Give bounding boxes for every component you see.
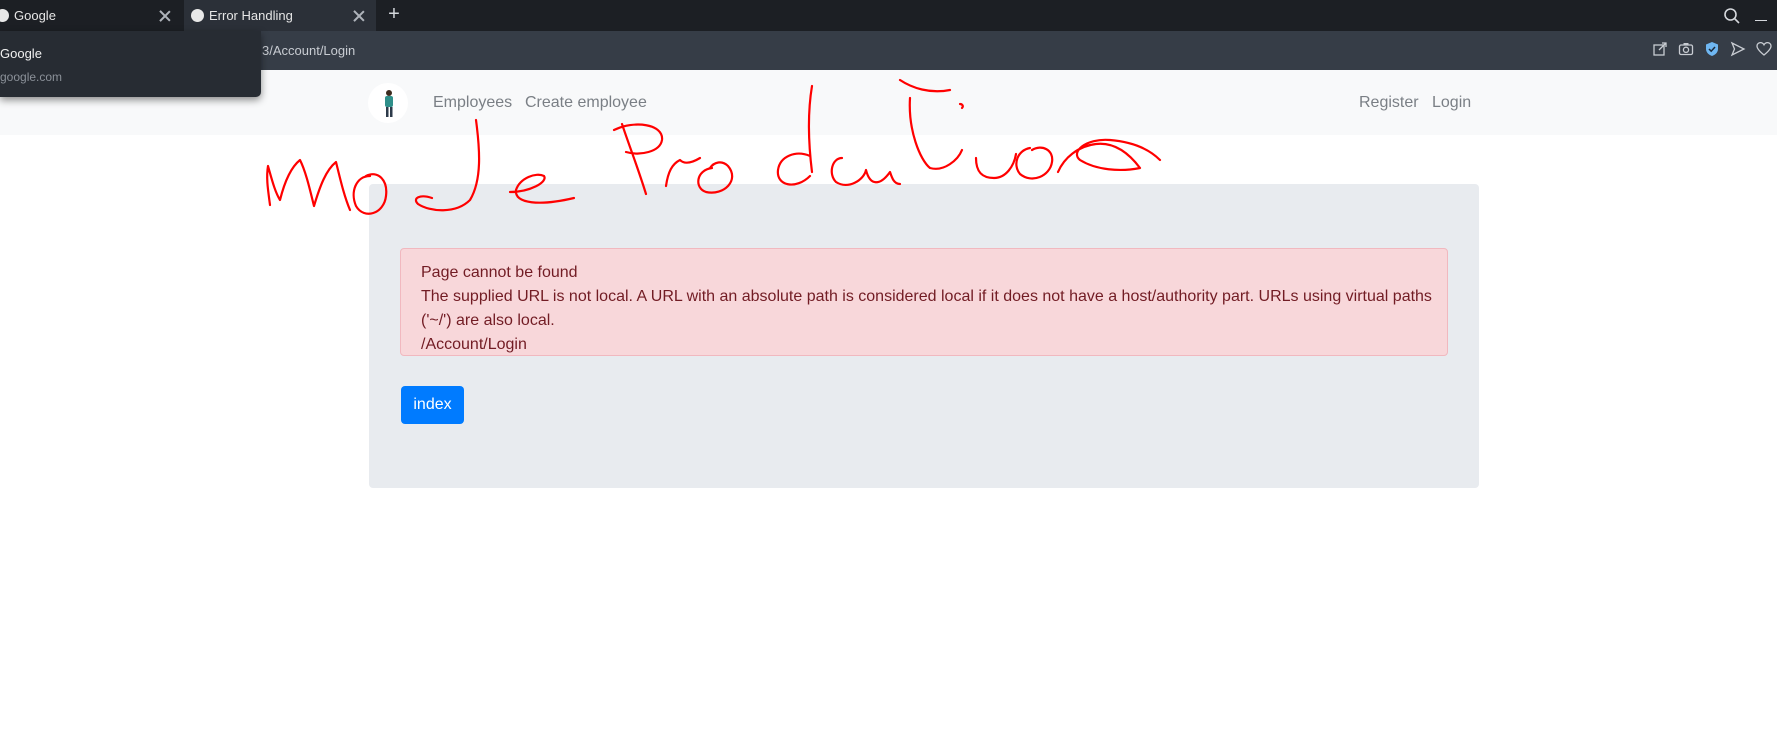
address-bar[interactable]: 3/Account/Login — [0, 31, 1777, 71]
tab-title: Error Handling — [209, 8, 293, 23]
send-icon[interactable] — [1730, 41, 1746, 57]
tab-title: Google — [14, 8, 56, 23]
search-icon[interactable] — [1723, 7, 1741, 25]
nav-create-employee[interactable]: Create employee — [525, 94, 647, 112]
nav-login[interactable]: Login — [1432, 94, 1471, 112]
error-path: /Account/Login — [421, 336, 527, 353]
shield-icon[interactable] — [1704, 41, 1720, 57]
person-logo-icon — [385, 90, 393, 117]
tab-error-handling[interactable]: Error Handling — [184, 0, 376, 31]
tab-google[interactable]: Google — [0, 0, 182, 31]
suggestion-url: google.com — [0, 70, 63, 84]
site-navbar: Employees Create employee Register Login — [0, 70, 1777, 135]
nav-register[interactable]: Register — [1359, 94, 1419, 112]
tab-bar: Google Error Handling + — [0, 0, 1777, 31]
nav-employees[interactable]: Employees — [433, 94, 512, 112]
error-heading: Page cannot be found — [421, 264, 578, 281]
site-logo[interactable] — [368, 83, 408, 123]
index-button[interactable]: index — [401, 386, 464, 424]
heart-icon[interactable] — [1756, 41, 1772, 57]
error-alert: Page cannot be found The supplied URL is… — [400, 248, 1448, 356]
minimize-window-button[interactable] — [1755, 19, 1767, 22]
globe-icon — [191, 9, 204, 22]
share-icon[interactable] — [1652, 41, 1668, 57]
error-message-line1: The supplied URL is not local. A URL wit… — [421, 288, 1432, 305]
jumbotron-panel: Page cannot be found The supplied URL is… — [369, 184, 1479, 488]
close-tab-icon[interactable] — [352, 9, 366, 23]
url-text[interactable]: 3/Account/Login — [262, 43, 355, 58]
close-tab-icon[interactable] — [158, 9, 172, 23]
camera-icon[interactable] — [1678, 41, 1694, 57]
google-favicon-icon — [0, 9, 9, 22]
new-tab-button[interactable]: + — [384, 4, 404, 24]
suggestion-title[interactable]: Google — [0, 46, 42, 61]
address-suggestion-dropdown[interactable]: Google google.com — [0, 31, 261, 97]
error-message-line2: ('~/') are also local. — [421, 312, 555, 329]
